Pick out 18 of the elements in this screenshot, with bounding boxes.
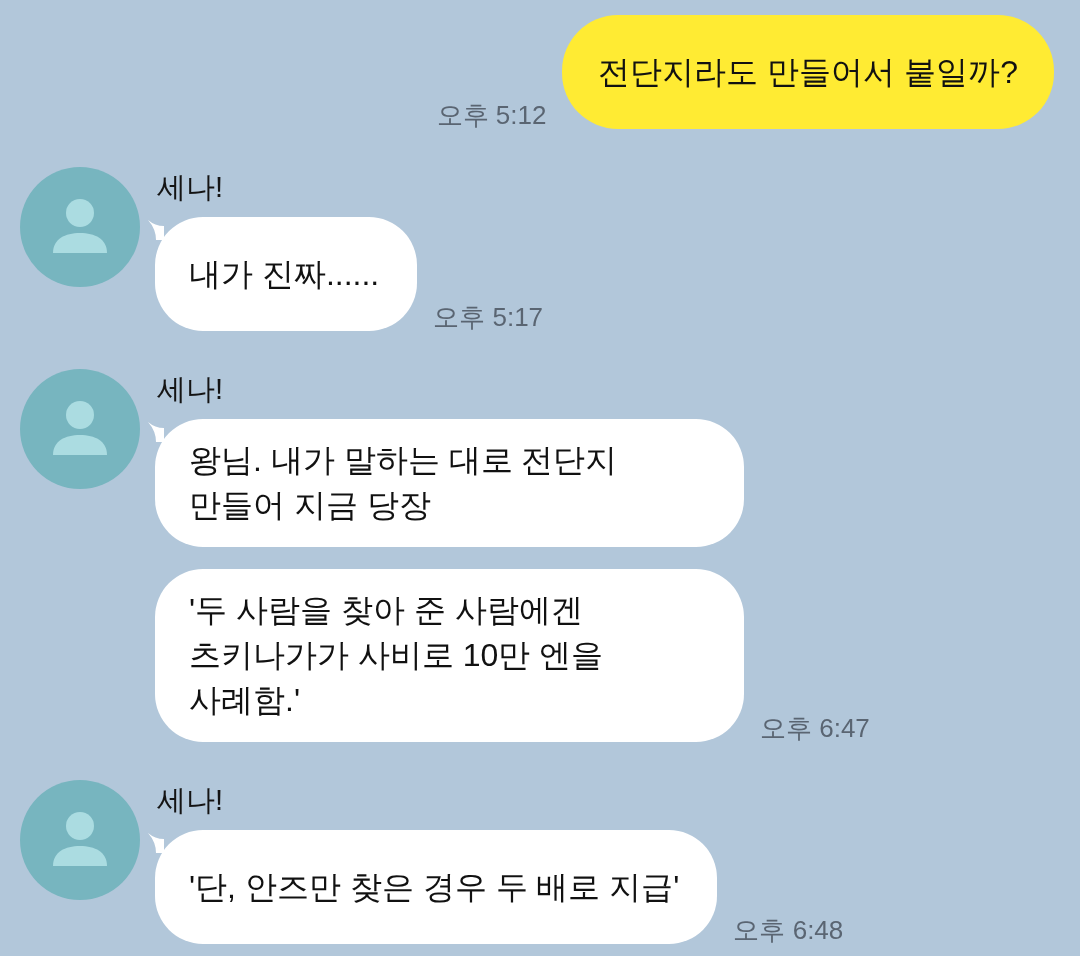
received-message-bubble: 왕님. 내가 말하는 대로 전단지 만들어 지금 당장	[155, 419, 744, 547]
avatar-icon[interactable]	[20, 780, 140, 900]
received-message-bubble: '두 사람을 찾아 준 사람에겐 츠키나가가 사비로 10만 엔을 사례함.'	[155, 569, 744, 742]
message-time: 오후 6:48	[733, 915, 844, 945]
message-time: 오후 6:47	[760, 713, 870, 743]
sent-message-bubble: 전단지라도 만들어서 붙일까?	[562, 15, 1054, 129]
bubble-tail-icon	[148, 422, 164, 442]
received-message-bubble: '단, 안즈만 찾은 경우 두 배로 지급'	[155, 830, 718, 944]
sender-name: 세나!	[156, 783, 224, 818]
message-time: 오후 5:17	[433, 302, 544, 332]
bubble-tail-icon	[148, 220, 164, 240]
sender-name: 세나!	[156, 170, 224, 205]
sender-name: 세나!	[156, 372, 224, 407]
bubble-tail-icon	[148, 833, 164, 853]
avatar-icon[interactable]	[20, 369, 140, 489]
message-time: 오후 5:12	[436, 100, 547, 130]
avatar-icon[interactable]	[20, 167, 140, 287]
received-message-bubble: 내가 진짜......	[155, 217, 418, 331]
